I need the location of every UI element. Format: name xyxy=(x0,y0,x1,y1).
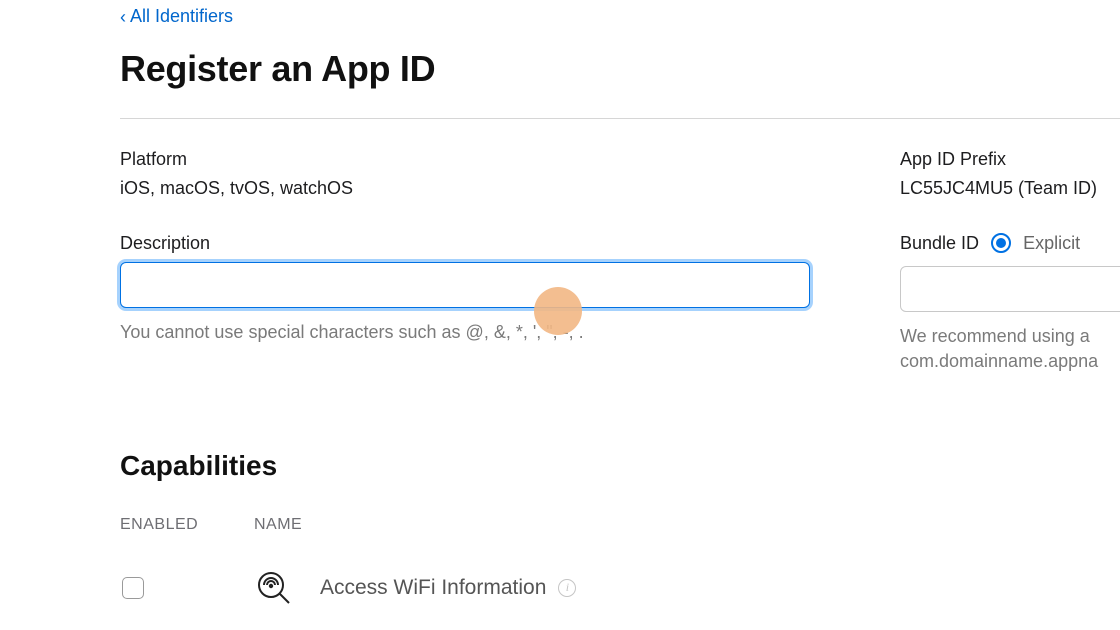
chevron-left-icon: ‹ xyxy=(120,8,126,26)
bundle-id-explicit-radio[interactable] xyxy=(991,233,1011,253)
app-id-prefix-label: App ID Prefix xyxy=(900,149,1120,170)
capability-row: Access WiFi Information i xyxy=(120,568,1120,608)
back-link-all-identifiers[interactable]: ‹ All Identifiers xyxy=(120,6,233,27)
radio-dot-icon xyxy=(996,238,1006,248)
bundle-id-hint-1: We recommend using a xyxy=(900,326,1120,347)
info-icon[interactable]: i xyxy=(558,579,576,597)
back-link-label: All Identifiers xyxy=(130,6,233,27)
bundle-id-label: Bundle ID xyxy=(900,233,979,254)
capability-name: Access WiFi Information xyxy=(320,576,546,600)
capabilities-header-row: ENABLED NAME xyxy=(120,516,1120,534)
divider xyxy=(120,118,1120,119)
bundle-id-hint-2: com.domainname.appna xyxy=(900,351,1120,372)
description-hint: You cannot use special characters such a… xyxy=(120,322,810,343)
app-id-prefix-value: LC55JC4MU5 (Team ID) xyxy=(900,178,1120,199)
capabilities-col-name: NAME xyxy=(254,516,1120,534)
bundle-id-explicit-label: Explicit xyxy=(1023,233,1080,254)
page-title: Register an App ID xyxy=(120,48,1120,90)
capabilities-col-enabled: ENABLED xyxy=(120,516,254,534)
wifi-search-icon xyxy=(254,568,294,608)
bundle-id-input[interactable] xyxy=(900,266,1120,312)
description-input[interactable] xyxy=(120,262,810,308)
platform-label: Platform xyxy=(120,149,810,170)
platform-value: iOS, macOS, tvOS, watchOS xyxy=(120,178,810,199)
description-label: Description xyxy=(120,233,810,254)
capabilities-heading: Capabilities xyxy=(120,450,1120,482)
capability-enable-checkbox[interactable] xyxy=(122,577,144,599)
